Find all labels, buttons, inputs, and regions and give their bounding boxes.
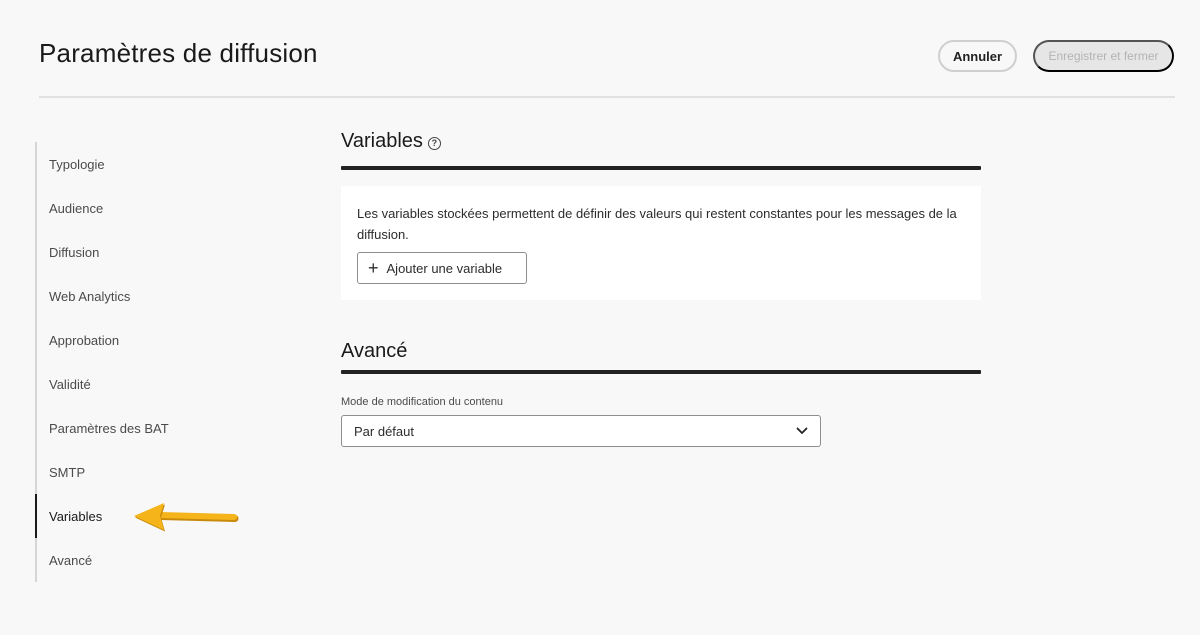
advanced-section-title: Avancé xyxy=(341,340,407,363)
variables-section-rule xyxy=(341,166,981,170)
variables-card: Les variables stockées permettent de déf… xyxy=(341,186,981,300)
content-mode-label: Mode de modification du contenu xyxy=(341,396,504,408)
content-mode-select[interactable]: Par défaut xyxy=(341,415,821,447)
add-variable-label: Ajouter une variable xyxy=(386,260,503,276)
advanced-title-text: Avancé xyxy=(341,340,408,362)
arrow-annotation-icon xyxy=(134,503,239,532)
sidebar-item-validite[interactable]: Validité xyxy=(35,362,235,406)
chevron-down-icon xyxy=(796,427,808,434)
sidebar-item-avance[interactable]: Avancé xyxy=(35,538,235,582)
sidebar-item-web-analytics[interactable]: Web Analytics xyxy=(35,274,235,318)
save-and-close-button[interactable]: Enregistrer et fermer xyxy=(1033,40,1174,72)
sidebar-item-typologie[interactable]: Typologie xyxy=(35,142,235,186)
plus-icon: + xyxy=(368,258,379,278)
cancel-button[interactable]: Annuler xyxy=(938,40,1017,72)
content-mode-value: Par défaut xyxy=(354,423,414,439)
sidebar-item-smtp[interactable]: SMTP xyxy=(35,450,235,494)
advanced-section-rule xyxy=(341,370,981,374)
page: Paramètres de diffusion Annuler Enregist… xyxy=(0,0,1200,635)
add-variable-button[interactable]: + Ajouter une variable xyxy=(357,252,527,284)
variables-title-text: Variables xyxy=(341,130,423,152)
variables-section-title: Variables ? xyxy=(341,130,441,153)
sidebar-item-diffusion[interactable]: Diffusion xyxy=(35,230,235,274)
sidebar-item-parametres-bat[interactable]: Paramètres des BAT xyxy=(35,406,235,450)
help-icon[interactable]: ? xyxy=(427,136,441,150)
sidebar-item-audience[interactable]: Audience xyxy=(35,186,235,230)
header-divider xyxy=(39,96,1175,98)
page-title: Paramètres de diffusion xyxy=(39,38,318,68)
sidebar-item-approbation[interactable]: Approbation xyxy=(35,318,235,362)
variables-description: Les variables stockées permettent de déf… xyxy=(357,206,957,242)
